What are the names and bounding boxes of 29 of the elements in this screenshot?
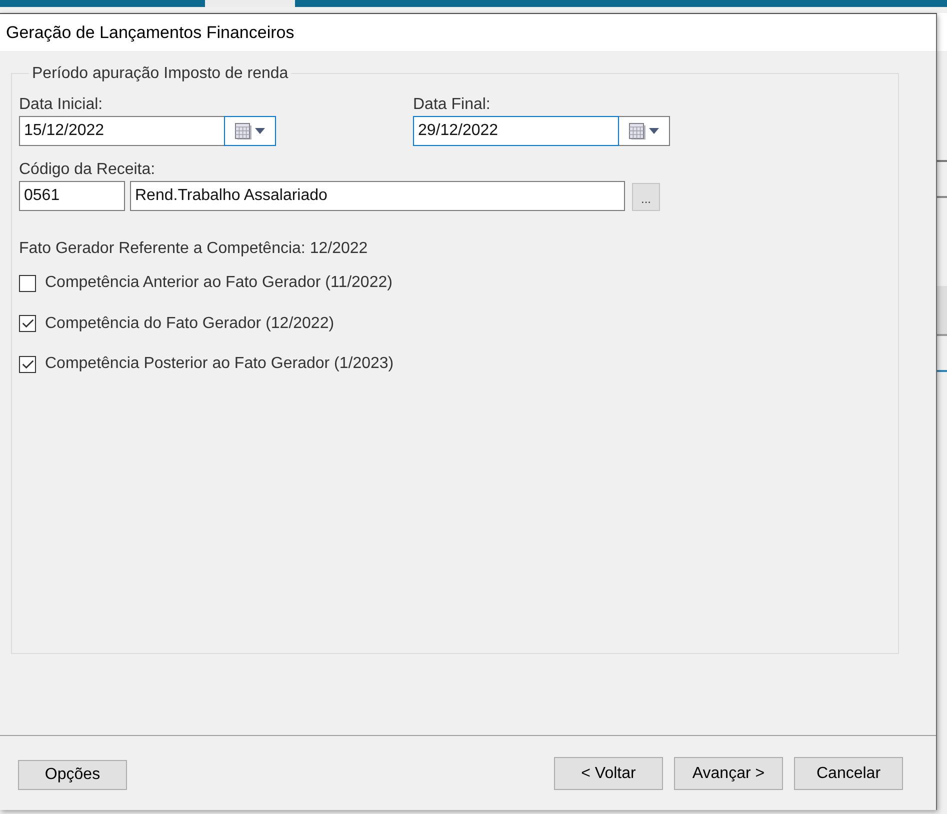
date-picker-button[interactable] <box>224 116 276 146</box>
field-label: Data Inicial: <box>19 96 103 114</box>
checkmark-icon <box>22 360 34 368</box>
field-label: Código da Receita: <box>19 161 156 179</box>
checkbox[interactable] <box>19 274 36 292</box>
date-input[interactable]: 29/12/2022 <box>413 116 619 146</box>
checkbox[interactable] <box>19 315 36 332</box>
checkbox-label: Competência Anterior ao Fato Gerador (11/2022) <box>45 274 392 292</box>
date-picker-button[interactable] <box>618 116 670 146</box>
back-button[interactable]: < Voltar <box>554 757 663 790</box>
reference-period-text: Fato Gerador Referente a Competência: 12/2022 <box>19 240 368 258</box>
checkbox-label: Competência do Fato Gerador (12/2022) <box>45 314 334 332</box>
field-label: Data Final: <box>413 96 490 114</box>
date-input[interactable]: 15/12/2022 <box>19 116 225 146</box>
calendar-icon <box>235 122 252 140</box>
options-button[interactable]: Opções <box>18 760 127 790</box>
group-title: Período apuração Imposto de renda <box>31 64 290 83</box>
checkbox-label: Competência Posterior ao Fato Gerador (1/2023) <box>45 355 394 373</box>
checkbox[interactable] <box>19 356 36 372</box>
checkmark-icon <box>22 319 34 328</box>
caret-icon <box>649 128 659 134</box>
window-title: Geração de Lançamentos Financeiros <box>6 22 294 42</box>
cancel-button[interactable]: Cancelar <box>794 757 903 790</box>
caret-icon <box>255 128 265 134</box>
code-input[interactable]: 0561 <box>19 181 125 211</box>
next-button[interactable]: Avançar > <box>674 757 783 790</box>
calendar-icon <box>629 122 646 140</box>
description-input[interactable]: Rend.Trabalho Assalariado <box>130 181 625 211</box>
browse-button[interactable]: ... <box>632 183 660 211</box>
